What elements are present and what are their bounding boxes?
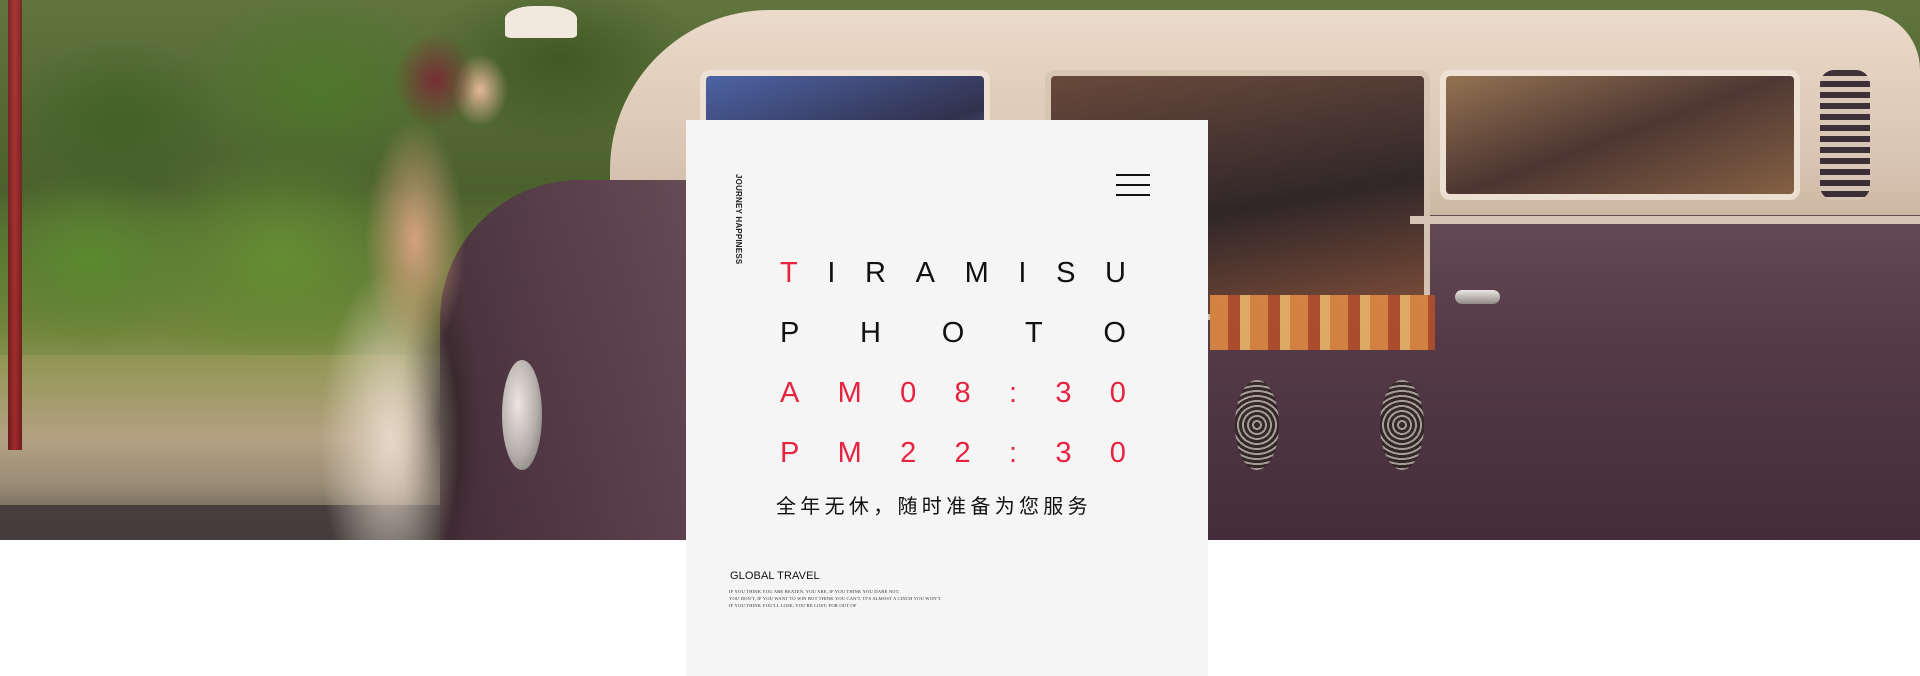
brand-letter: I [827, 257, 836, 289]
subtitle-letter: P [780, 317, 800, 349]
fine-print-line: YOU DON'T, IF YOU WANT TO WIN BUT THINK … [729, 596, 942, 602]
brand-letter: R [865, 257, 886, 289]
fine-print-line: IF YOU THINK YOU'LL LOSE, YOU'RE LOST; F… [729, 603, 857, 609]
fine-print-line: IF YOU THINK YOU ARE BEATEN, YOU ARE, IF… [729, 589, 900, 594]
hamburger-menu-icon[interactable] [1116, 172, 1150, 200]
time-char: 2 [954, 437, 971, 469]
time-char: 8 [954, 377, 971, 409]
info-card: JOURNEY HAPPINESS T I R A M I S U P H O … [686, 120, 1208, 676]
time-char: 3 [1055, 437, 1072, 469]
time-char: 3 [1055, 377, 1072, 409]
vertical-tagline: JOURNEY HAPPINESS [734, 174, 743, 265]
brand-subtitle: P H O T O [780, 316, 1126, 350]
closing-time: P M 2 2 : 3 0 [780, 436, 1126, 470]
brand-letter: I [1018, 257, 1027, 289]
brand-letter: S [1056, 257, 1076, 289]
page: JOURNEY HAPPINESS T I R A M I S U P H O … [0, 0, 1920, 676]
brand-name: T I R A M I S U [780, 256, 1126, 290]
brand-letter: U [1105, 257, 1126, 289]
subtitle-letter: T [1024, 317, 1043, 349]
subtitle-letter: O [1103, 317, 1126, 349]
brand-initial: T [780, 257, 798, 289]
time-char: A [780, 377, 800, 409]
time-char: 0 [1109, 437, 1126, 469]
time-char: 0 [1109, 377, 1126, 409]
time-char: M [837, 437, 862, 469]
brand-letter: M [964, 257, 989, 289]
time-char: 0 [900, 377, 917, 409]
time-char: P [780, 437, 800, 469]
subtitle-letter: H [860, 317, 881, 349]
fine-print: IF YOU THINK YOU ARE BEATEN, YOU ARE, IF… [729, 588, 989, 610]
subtitle-letter: O [941, 317, 965, 349]
global-travel-heading: GLOBAL TRAVEL [730, 570, 820, 582]
time-char: : [1008, 377, 1018, 409]
time-char: M [837, 377, 862, 409]
opening-time: A M 0 8 : 3 0 [780, 376, 1126, 410]
time-char: : [1008, 437, 1018, 469]
brand-letter: A [915, 257, 935, 289]
time-char: 2 [900, 437, 917, 469]
service-slogan: 全年无休，随时准备为您服务 [776, 496, 1092, 518]
